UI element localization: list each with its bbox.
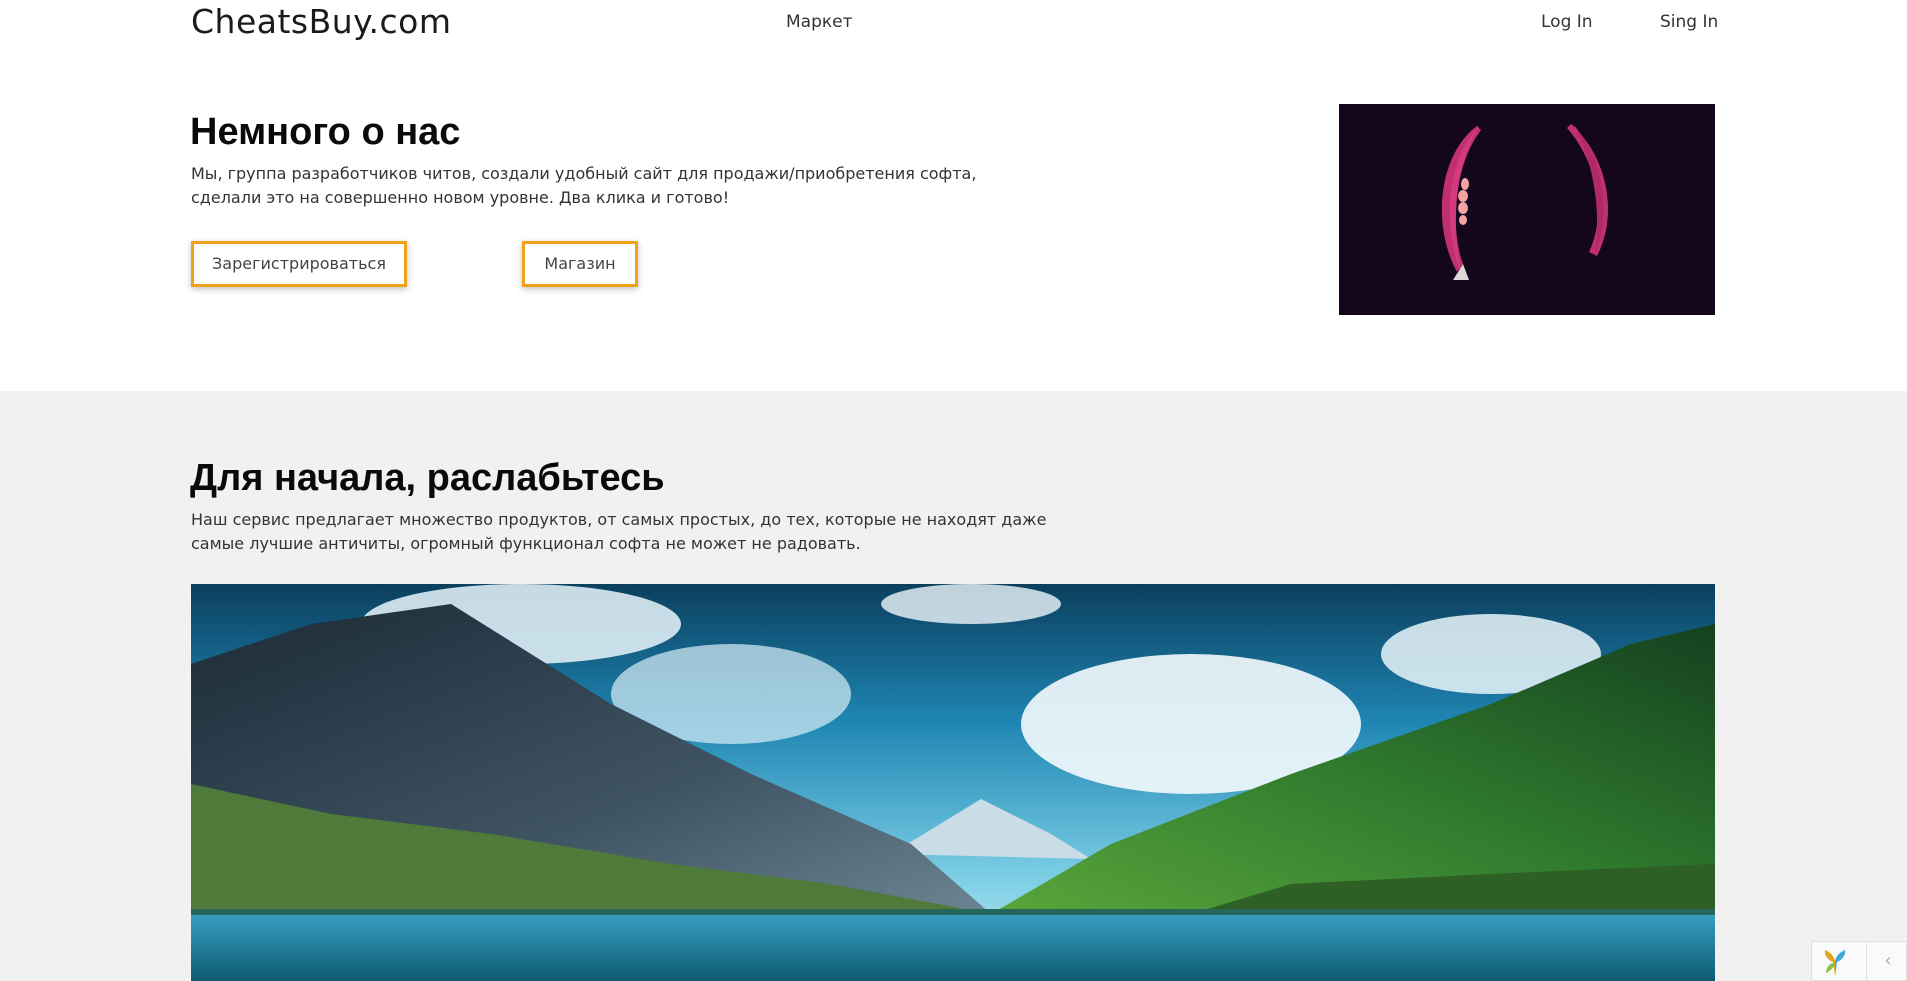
debug-toolbar: ‹ bbox=[1811, 941, 1907, 981]
site-logo[interactable]: CheatsBuy.com bbox=[191, 2, 451, 42]
shop-button[interactable]: Магазин bbox=[522, 241, 638, 287]
header: CheatsBuy.com Маркет Log In Sing In bbox=[0, 0, 1907, 44]
yii-logo-icon[interactable] bbox=[1820, 948, 1850, 978]
nav-login-link[interactable]: Log In bbox=[1541, 12, 1593, 32]
page: CheatsBuy.com Маркет Log In Sing In Немн… bbox=[0, 0, 1907, 981]
nav-market-link[interactable]: Маркет bbox=[786, 12, 853, 32]
intro-text: Наш сервис предлагает множество продукто… bbox=[191, 510, 1047, 553]
register-button[interactable]: Зарегистрироваться bbox=[191, 241, 407, 287]
intro-section: Для начала, раслабьтесь Наш сервис предл… bbox=[0, 391, 1907, 981]
about-text: Мы, группа разработчиков читов, создали … bbox=[191, 164, 977, 207]
about-title: Немного о нас bbox=[190, 111, 461, 153]
about-section: Немного о нас Мы, группа разработчиков ч… bbox=[0, 44, 1907, 391]
nav-signin-link[interactable]: Sing In bbox=[1660, 12, 1718, 32]
promo-animation-image bbox=[1339, 104, 1715, 315]
landscape-image bbox=[191, 584, 1715, 981]
chevron-left-icon[interactable]: ‹ bbox=[1866, 942, 1907, 981]
intro-title: Для начала, раслабьтесь bbox=[190, 457, 665, 499]
